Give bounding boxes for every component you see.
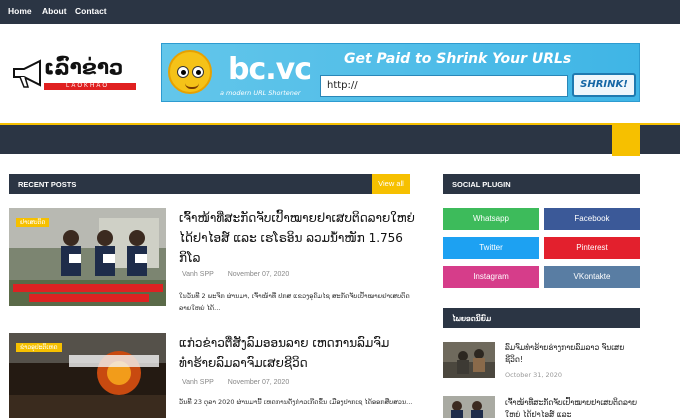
popular-post-title-link[interactable]: ລົມຈົມທຳຮ້າຍຮ່າງກາຍລົມລາວ ຈົນເສຍຊີວິດ!: [505, 342, 641, 366]
shrink-button[interactable]: SHRINK!: [572, 73, 636, 97]
banner-url-input[interactable]: http://: [320, 75, 568, 97]
banner-tagline: a modern URL Shortener: [220, 89, 301, 97]
nav-home-link[interactable]: Home: [8, 6, 32, 16]
post-date: November 07, 2020: [227, 271, 290, 278]
main-menu-bar: [0, 123, 680, 156]
mascot-icon: [168, 50, 212, 94]
whatsapp-button[interactable]: Whatsapp: [443, 208, 539, 230]
banner-ad[interactable]: bc.vc a modern URL Shortener Get Paid to…: [161, 43, 640, 102]
menu-search-toggle[interactable]: [612, 123, 640, 156]
post-title-link[interactable]: ແກ່ວຂ່າວຕື່ສັງລົມອອນລາຍ ເຫດການລົມຈົມທຳຮ້…: [179, 333, 419, 375]
post-excerpt: ວັນທີ 23 ຕຸລາ 2020 ຜ່ານມານີ້ ເຫດການດັ່ງກ…: [179, 398, 413, 406]
popular-post-thumbnail[interactable]: [443, 342, 495, 378]
popular-posts-heading: ໄພຍອດນິຍົມ: [443, 308, 640, 328]
post-category-badge[interactable]: ຢາເສບຕິດ: [16, 218, 50, 227]
site-logo[interactable]: ເລົ່າຂ່າວ LAOKHAO: [10, 55, 140, 95]
view-all-button[interactable]: View all: [372, 174, 410, 194]
pinterest-button[interactable]: Pinterest: [544, 237, 640, 259]
post-meta: Vanh SPP November 07, 2020: [182, 379, 301, 386]
banner-headline: Get Paid to Shrink Your URLs: [344, 51, 572, 67]
facebook-button[interactable]: Facebook: [544, 208, 640, 230]
popular-post-image: [443, 396, 495, 418]
social-plugin-heading: SOCIAL PLUGIN: [443, 174, 640, 194]
post-meta: Vanh SPP November 07, 2020: [182, 271, 301, 278]
post-author[interactable]: Vanh SPP: [182, 379, 214, 386]
logo-subtext: LAOKHAO: [66, 83, 110, 89]
twitter-button[interactable]: Twitter: [443, 237, 539, 259]
social-plugin-title: SOCIAL PLUGIN: [452, 180, 511, 189]
banner-brand: bc.vc: [228, 52, 312, 87]
popular-post-title-link[interactable]: ເຈົ້າໜ້າທີ່ສະກັດຈັບເປົ້າໝາຍຢາເສບຕິດລາຍໃຫ…: [505, 397, 641, 418]
post-thumbnail[interactable]: ຢາເສບຕິດ: [9, 208, 166, 306]
post-date: November 07, 2020: [227, 379, 290, 386]
instagram-button[interactable]: Instagram: [443, 266, 539, 288]
recent-posts-title: RECENT POSTS: [18, 180, 77, 189]
popular-post-date: October 31, 2020: [505, 371, 563, 379]
nav-about-link[interactable]: About: [42, 6, 67, 16]
post-thumbnail[interactable]: ຂ່າວອຸປະຕິເຫດ: [9, 333, 166, 418]
nav-contact-link[interactable]: Contact: [75, 6, 107, 16]
post-category-badge[interactable]: ຂ່າວອຸປະຕິເຫດ: [16, 343, 62, 352]
logo-text: ເລົ່າຂ່າວ: [44, 55, 124, 79]
vkontakte-button[interactable]: VKontakte: [544, 266, 640, 288]
recent-posts-heading: RECENT POSTS: [9, 174, 410, 194]
post-title-link[interactable]: ເຈົ້າໜ້າທີ່ສະກັດຈັບເປົ້າໝາຍຢາເສບຕິດລາຍໃຫ…: [179, 208, 419, 266]
popular-post-thumbnail[interactable]: [443, 396, 495, 418]
popular-posts-title: ໄພຍອດນິຍົມ: [452, 314, 492, 323]
post-excerpt: ໃນວັນທີ 2 ພະຈິກ ຜ່ານມາ, ເຈົ້າໜ້າທີ່ ປກສ …: [179, 292, 410, 312]
popular-post-image: [443, 342, 495, 378]
post-author[interactable]: Vanh SPP: [182, 271, 214, 278]
top-navbar: Home About Contact: [0, 0, 680, 24]
